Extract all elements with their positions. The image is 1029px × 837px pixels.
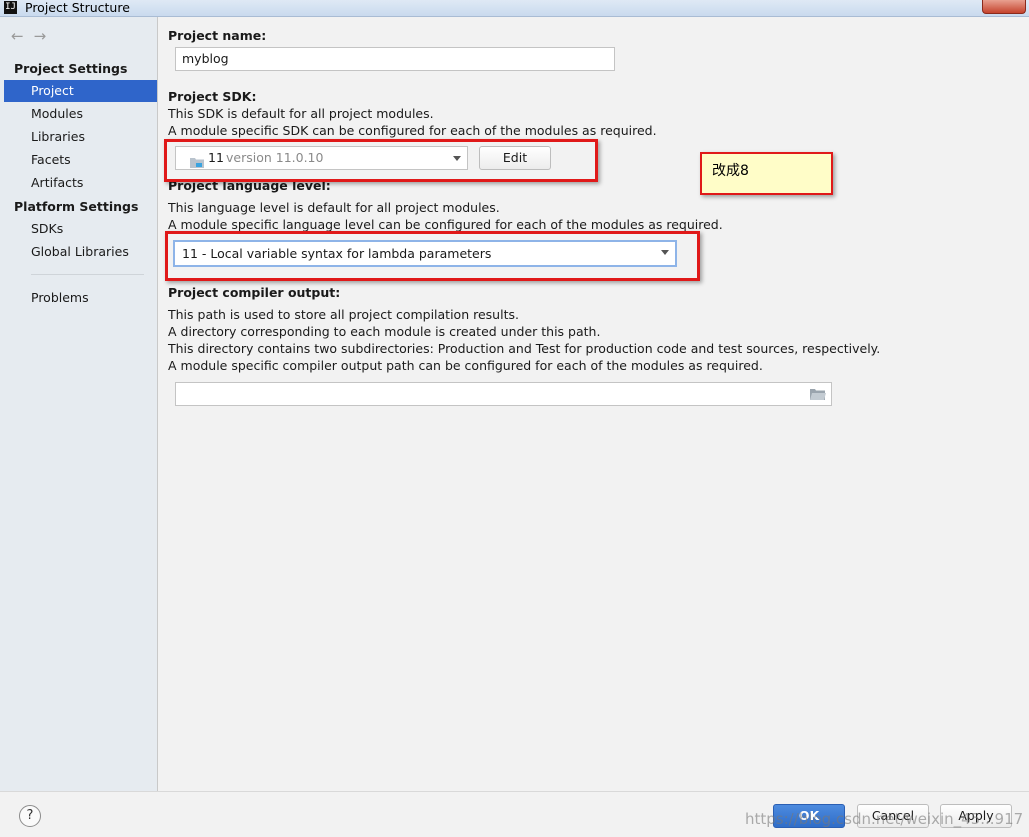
sdk-highlight-box — [164, 139, 598, 182]
compiler-output-label: Project compiler output: — [168, 285, 341, 300]
sidebar-item-global-libraries[interactable]: Global Libraries — [4, 241, 157, 263]
watermark-text: https://blog.csdn.net/weixin_45...917 — [745, 810, 1024, 828]
language-level-desc-1: This language level is default for all p… — [168, 200, 500, 215]
project-sdk-desc-2: A module specific SDK can be configured … — [168, 123, 657, 138]
sidebar-item-libraries[interactable]: Libraries — [4, 126, 157, 148]
platform-settings-heading: Platform Settings — [14, 199, 139, 214]
project-name-input[interactable]: myblog — [175, 47, 615, 71]
intellij-app-icon: IJ — [4, 1, 17, 14]
sidebar-item-sdks[interactable]: SDKs — [4, 218, 157, 240]
forward-arrow-icon[interactable]: → — [34, 27, 57, 45]
sidebar-item-artifacts[interactable]: Artifacts — [4, 172, 157, 194]
sidebar-item-modules[interactable]: Modules — [4, 103, 157, 125]
project-settings-panel: Project name: myblog Project SDK: This S… — [158, 17, 1029, 791]
sidebar-item-project[interactable]: Project — [4, 80, 157, 102]
sidebar: ←→ Project Settings Project Modules Libr… — [0, 17, 158, 791]
compiler-output-desc-4: A module specific compiler output path c… — [168, 358, 763, 373]
window-title: Project Structure — [25, 0, 130, 15]
compiler-output-desc-1: This path is used to store all project c… — [168, 307, 519, 322]
annotation-note: 改成8 — [700, 152, 833, 195]
language-level-highlight-box — [165, 231, 700, 281]
back-arrow-icon[interactable]: ← — [11, 27, 34, 45]
project-sdk-desc-1: This SDK is default for all project modu… — [168, 106, 434, 121]
project-sdk-label: Project SDK: — [168, 89, 257, 104]
project-name-label: Project name: — [168, 28, 267, 43]
compiler-output-desc-3: This directory contains two subdirectori… — [168, 341, 881, 356]
language-level-desc-2: A module specific language level can be … — [168, 217, 723, 232]
compiler-output-desc-2: A directory corresponding to each module… — [168, 324, 601, 339]
nav-arrows: ←→ — [11, 27, 56, 45]
help-button[interactable]: ? — [19, 805, 41, 827]
sidebar-item-facets[interactable]: Facets — [4, 149, 157, 171]
sidebar-divider — [31, 274, 144, 275]
project-settings-heading: Project Settings — [14, 61, 128, 76]
dialog-footer: ? OK Cancel Apply https://blog.csdn.net/… — [0, 791, 1029, 837]
sidebar-item-problems[interactable]: Problems — [4, 287, 157, 309]
window-close-button[interactable] — [982, 0, 1026, 14]
folder-browse-icon[interactable] — [810, 388, 826, 400]
window-title-bar: IJ Project Structure — [0, 0, 1029, 17]
compiler-output-path-input[interactable] — [175, 382, 832, 406]
